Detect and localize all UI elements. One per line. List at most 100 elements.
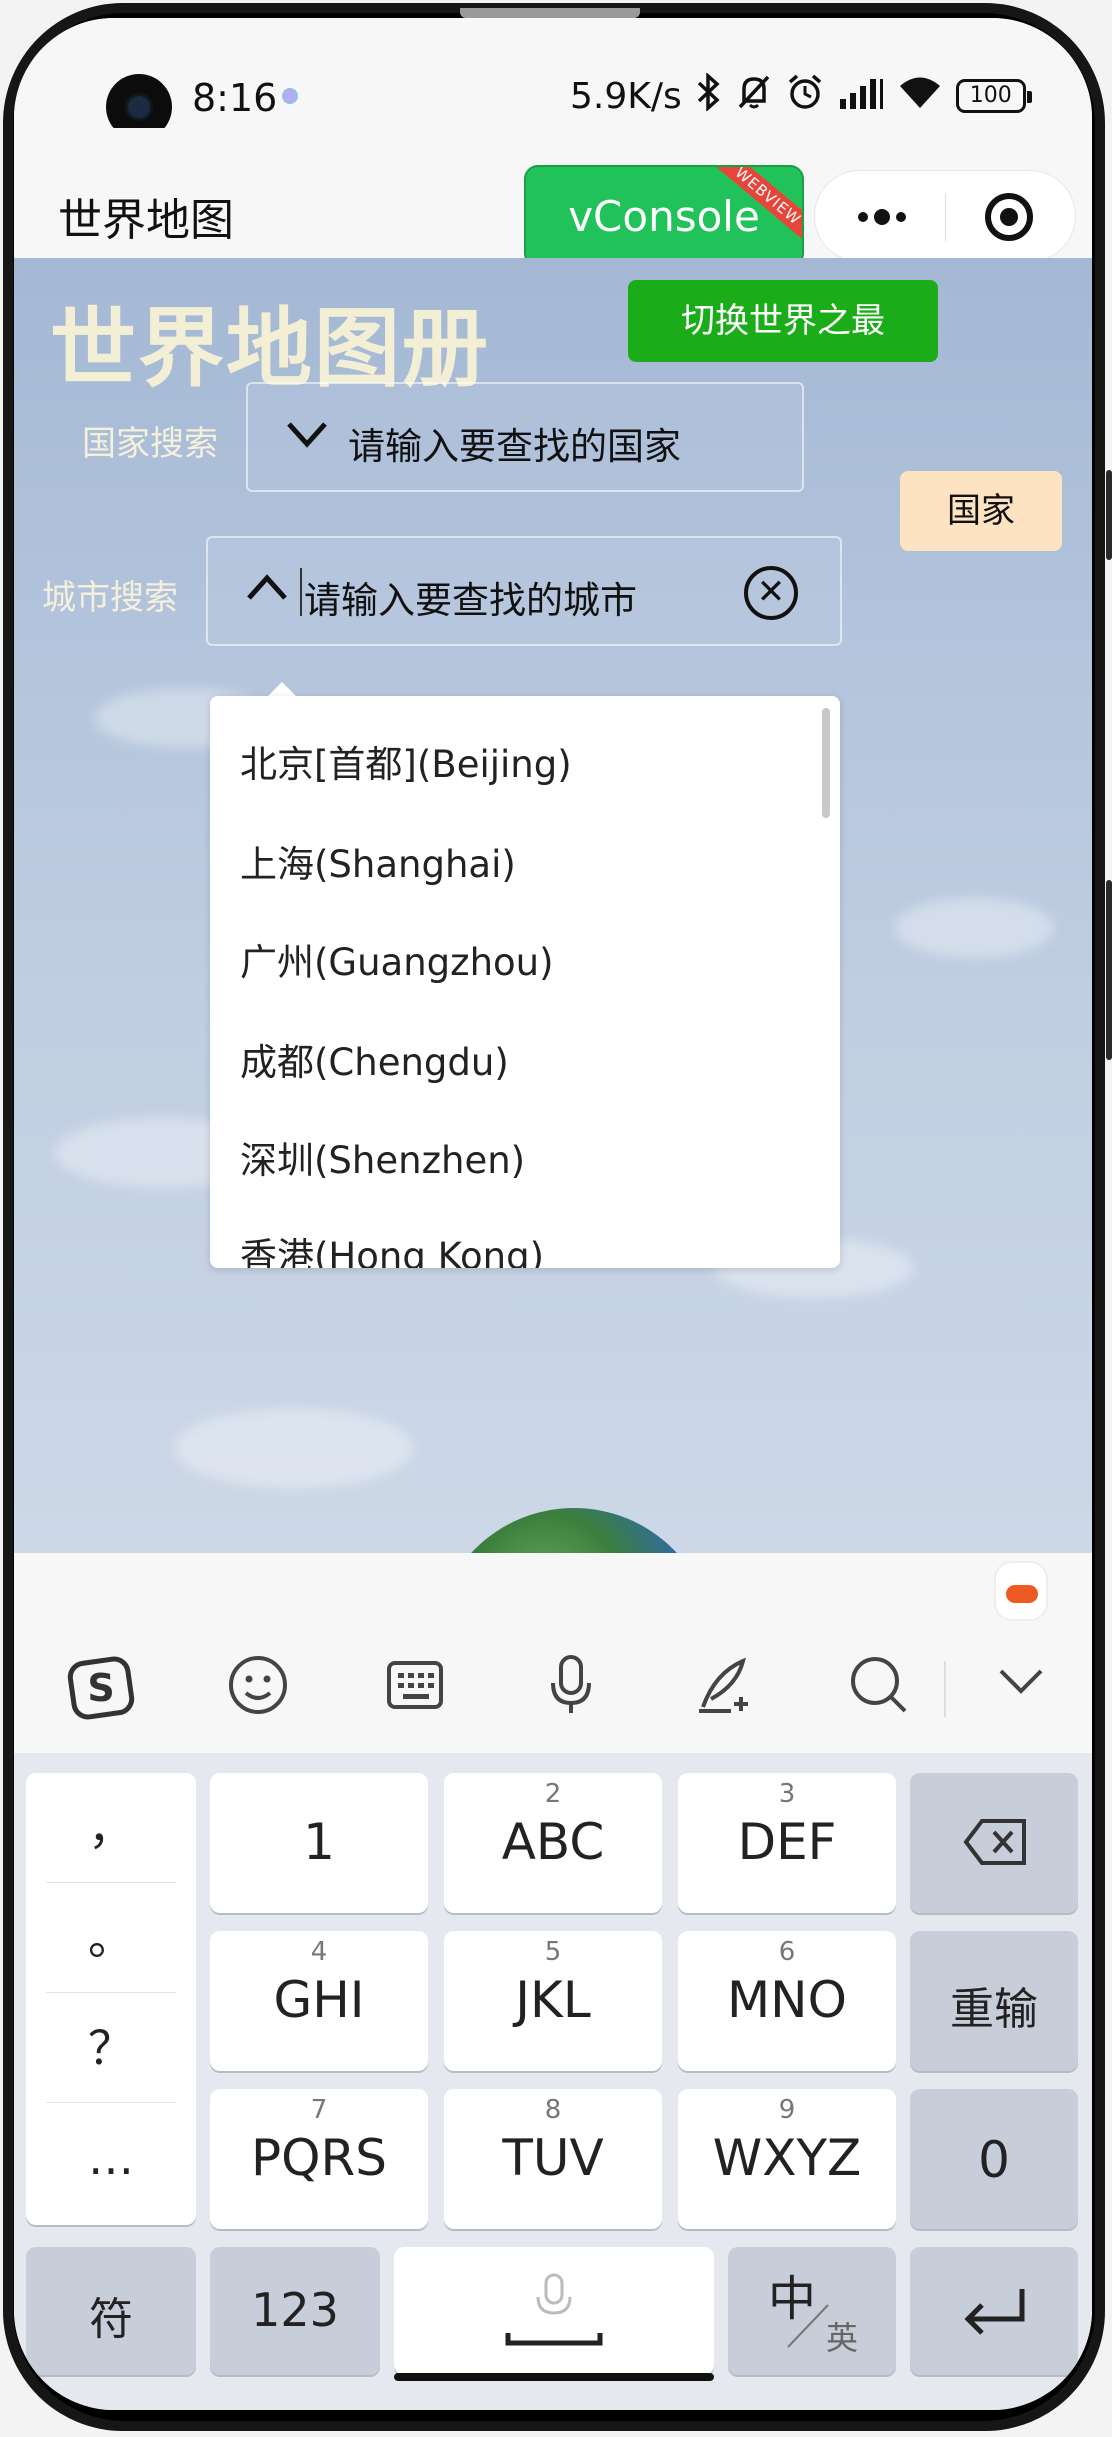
text-cursor [300, 568, 302, 616]
key-7-pqrs[interactable]: 7 PQRS [210, 2089, 428, 2229]
side-button [1106, 470, 1112, 560]
key-label: GHI [273, 1971, 365, 2029]
cloud [894, 898, 1054, 958]
enter-key[interactable] [910, 2247, 1078, 2375]
chevron-down-icon [284, 414, 330, 464]
space-key[interactable] [394, 2247, 714, 2375]
punct-ellipsis-key[interactable]: … [46, 2103, 176, 2213]
speaker-grille [460, 8, 640, 18]
zero-key[interactable]: 0 [910, 2089, 1078, 2229]
network-speed: 5.9K/s [570, 75, 682, 117]
country-search-select[interactable]: 请输入要查找的国家 [246, 382, 804, 492]
more-icon[interactable] [847, 193, 917, 241]
key-number: 2 [544, 1779, 562, 1809]
space-mic-icon [505, 2273, 603, 2346]
mute-bell-icon [736, 73, 772, 120]
key-label: 符 [89, 2294, 133, 2345]
key-label: DEF [737, 1813, 837, 1871]
key-label: MNO [727, 1971, 847, 2029]
key-2-abc[interactable]: 2 ABC [444, 1773, 662, 1913]
key-number: 9 [778, 2095, 796, 2125]
key-9-wxyz[interactable]: 9 WXYZ [678, 2089, 896, 2229]
key-8-tuv[interactable]: 8 TUV [444, 2089, 662, 2229]
battery-icon: 100 [955, 79, 1032, 113]
page-content: 世界地图册 切换世界之最 国家搜索 请输入要查找的国家 国家 城市搜索 请输入要… [14, 258, 1092, 1553]
home-indicator[interactable] [394, 2373, 714, 2381]
handwriting-icon[interactable] [690, 1653, 760, 1723]
key-6-mno[interactable]: 6 MNO [678, 1931, 896, 2071]
globe-image [434, 1508, 714, 1553]
volume-button [1106, 880, 1112, 1060]
status-bar: 8:16 5.9K/s 100 [14, 18, 1092, 140]
country-search-placeholder: 请输入要查找的国家 [348, 425, 681, 468]
punct-comma-key[interactable]: ， [46, 1773, 176, 1883]
chevron-up-icon [244, 568, 290, 618]
lang-switch-key[interactable]: 中 英 [728, 2247, 896, 2375]
ime-mascot-icon[interactable] [994, 1561, 1048, 1621]
cloud [174, 1408, 414, 1488]
city-search-label: 城市搜索 [42, 578, 178, 618]
svg-text:S: S [87, 1666, 114, 1710]
status-icons: 5.9K/s 100 [570, 71, 1032, 120]
vconsole-label: vConsole [568, 192, 760, 241]
status-time: 8:16 [192, 76, 278, 120]
emoji-icon[interactable] [223, 1653, 293, 1723]
dropdown-option[interactable]: 深圳(Shenzhen) [240, 1130, 525, 1184]
keyboard-icon[interactable] [380, 1653, 450, 1723]
city-dropdown[interactable]: 北京[首都](Beijing) 上海(Shanghai) 广州(Guangzho… [210, 696, 840, 1268]
dropdown-option[interactable]: 上海(Shanghai) [240, 834, 516, 888]
sogou-logo-icon[interactable]: S [66, 1653, 136, 1723]
recording-indicator [282, 88, 298, 104]
key-number: 7 [310, 2095, 328, 2125]
ime-keyboard: S ， 。 ？ … 1 2 ABC 3 DEF 4 GHI 5 JKL 6 MN… [14, 1553, 1092, 2410]
key-4-ghi[interactable]: 4 GHI [210, 1931, 428, 2071]
key-1[interactable]: 1 [210, 1773, 428, 1913]
key-5-jkl[interactable]: 5 JKL [444, 1931, 662, 2071]
country-tab-button[interactable]: 国家 [900, 471, 1062, 551]
close-miniprogram-icon[interactable] [985, 193, 1033, 241]
key-number: 8 [544, 2095, 562, 2125]
symbols-key[interactable]: 符 [26, 2247, 196, 2375]
key-3-def[interactable]: 3 DEF [678, 1773, 896, 1913]
dropdown-option[interactable]: 北京[首都](Beijing) [240, 734, 572, 788]
collapse-keyboard-icon[interactable] [986, 1653, 1056, 1723]
punctuation-column[interactable]: ， 。 ？ … [26, 1773, 196, 2225]
reset-key[interactable]: 重输 [910, 1931, 1078, 2071]
switch-world-records-button[interactable]: 切换世界之最 [628, 280, 938, 362]
dropdown-option[interactable]: 广州(Guangzhou) [240, 932, 554, 986]
key-label: TUV [502, 2129, 604, 2187]
punct-period-key[interactable]: 。 [46, 1883, 176, 1993]
dropdown-option[interactable]: 香港(Hong Kong) [240, 1226, 544, 1268]
dropdown-option[interactable]: 成都(Chengdu) [240, 1032, 509, 1086]
signal-icon [838, 75, 884, 118]
keyboard-toolbar: S [14, 1553, 1092, 1753]
dropdown-scrollbar[interactable] [822, 708, 830, 818]
nav-bar: 世界地图 vConsole WEBVIEW [14, 128, 1092, 267]
key-number: 6 [778, 1937, 796, 1967]
key-label: JKL [515, 1971, 591, 2029]
city-search-placeholder: 请输入要查找的城市 [304, 579, 637, 622]
slash-divider [787, 2304, 829, 2348]
country-search-label: 国家搜索 [82, 424, 218, 464]
punct-question-key[interactable]: ？ [46, 1993, 176, 2103]
screen: 8:16 5.9K/s 100 世界地图 vConsole WEBVIEW 世界… [14, 18, 1092, 2410]
enter-icon [964, 2289, 1025, 2335]
clear-icon[interactable]: ✕ [744, 566, 798, 620]
key-label: 重输 [950, 1984, 1038, 2035]
microphone-icon[interactable] [536, 1653, 606, 1723]
city-search-input[interactable]: 请输入要查找的城市 ✕ [206, 536, 842, 646]
search-icon[interactable] [844, 1653, 914, 1723]
capsule-divider [945, 193, 946, 241]
dropdown-pointer [268, 682, 296, 696]
backspace-icon [963, 1819, 1026, 1865]
key-label: 1 [303, 1813, 335, 1871]
wifi-icon [898, 75, 942, 118]
capsule-menu [814, 170, 1076, 262]
alarm-icon [786, 73, 824, 120]
vconsole-button[interactable]: vConsole WEBVIEW [524, 165, 804, 267]
numbers-key[interactable]: 123 [210, 2247, 380, 2375]
key-label: WXYZ [712, 2129, 862, 2187]
key-label: 123 [251, 2283, 339, 2337]
backspace-key[interactable] [910, 1773, 1078, 1913]
bluetooth-icon [696, 71, 722, 120]
